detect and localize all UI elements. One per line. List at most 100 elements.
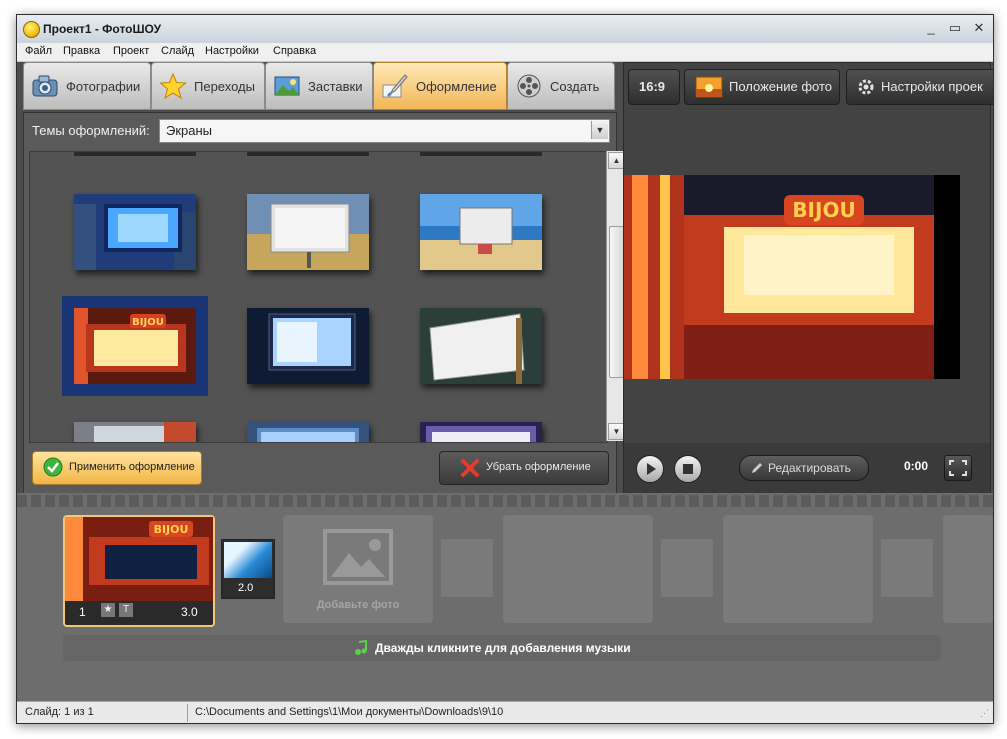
- main-tabs: Фотографии Переходы Заставки Оформление: [23, 62, 615, 112]
- empty-transition-slot: [661, 539, 713, 597]
- beach-billboard-image: [420, 194, 542, 270]
- music-note-icon: [355, 640, 367, 655]
- remove-design-label: Убрать оформление: [486, 461, 591, 473]
- tab-label: Переходы: [194, 79, 255, 94]
- fullscreen-icon: [949, 460, 967, 476]
- theme-thumbnail-partial[interactable]: [420, 422, 542, 442]
- tab-transitions[interactable]: Переходы: [151, 62, 265, 110]
- project-settings-label: Настройки проек: [881, 79, 983, 94]
- close-icon: [461, 459, 479, 477]
- preview-sign-text: BIJOU: [792, 198, 855, 222]
- resize-grip-icon[interactable]: ⋰: [980, 708, 989, 719]
- stop-icon: [683, 464, 693, 474]
- sunset-photo-icon: [695, 76, 723, 98]
- preview-panel: 16:9 Положение фото Настройки проек BIJO…: [623, 62, 993, 494]
- thumbnail-partial: [74, 152, 196, 156]
- music-track[interactable]: Дважды кликните для добавления музыки: [63, 635, 941, 661]
- thumbnail-sign-text: BIJOU: [132, 317, 164, 328]
- menu-slide[interactable]: Слайд: [161, 45, 194, 57]
- tab-create[interactable]: Создать: [507, 62, 615, 110]
- star-icon[interactable]: ★: [101, 603, 115, 617]
- themes-dropdown[interactable]: Экраны ▼: [159, 119, 610, 143]
- easel-canvas-image: [420, 308, 542, 384]
- edit-button[interactable]: Редактировать: [739, 455, 869, 481]
- tv-screen-image: [247, 308, 369, 384]
- photo-position-button[interactable]: Положение фото: [684, 69, 840, 105]
- fullscreen-button[interactable]: [944, 455, 972, 481]
- slide-number: 1: [79, 605, 86, 619]
- pencil-icon: [752, 463, 762, 473]
- music-hint: Дважды кликните для добавления музыки: [375, 641, 631, 655]
- gear-icon: [858, 79, 874, 95]
- theme-thumbnail-easel-canvas[interactable]: [420, 308, 542, 384]
- transition-thumbnail: [224, 542, 272, 578]
- tab-intros[interactable]: Заставки: [265, 62, 373, 110]
- menu-help[interactable]: Справка: [273, 45, 316, 57]
- preview-screen: BIJOU: [624, 175, 960, 379]
- tab-design[interactable]: Оформление: [373, 62, 507, 110]
- theme-thumbnail-partial[interactable]: [74, 422, 196, 442]
- play-icon: [647, 463, 656, 475]
- thumbnail-partial: [247, 152, 369, 156]
- street-image: [74, 422, 196, 442]
- slide-card[interactable]: BIJOU 1 ★ T 3.0: [63, 515, 215, 627]
- tab-label: Заставки: [308, 79, 363, 94]
- theme-thumbnail-field-billboard[interactable]: [247, 194, 369, 270]
- maximize-button[interactable]: ▭: [945, 20, 965, 36]
- menu-bar: Файл Правка Проект Слайд Настройки Справ…: [17, 43, 993, 62]
- player-controls: Редактировать 0:00: [624, 443, 990, 493]
- themes-label: Темы оформлений:: [32, 123, 150, 138]
- empty-slide-slot: [503, 515, 653, 623]
- theme-thumbnail-bijou-marquee[interactable]: BIJOU: [62, 296, 208, 396]
- add-photo-slot[interactable]: Добавьте фото: [283, 515, 433, 623]
- frame-image: [247, 422, 369, 442]
- close-button[interactable]: ✕: [969, 20, 989, 36]
- aspect-ratio-button[interactable]: 16:9: [628, 69, 680, 105]
- text-icon[interactable]: T: [119, 603, 133, 617]
- camera-icon: [32, 75, 58, 97]
- theme-thumbnail-city-billboard[interactable]: [74, 194, 196, 270]
- scrollbar-thumb[interactable]: [609, 226, 624, 378]
- project-settings-button[interactable]: Настройки проек: [846, 69, 993, 105]
- theme-thumbnail-beach-billboard[interactable]: [420, 194, 542, 270]
- menu-edit[interactable]: Правка: [63, 45, 100, 57]
- slide-sign-text: BIJOU: [154, 523, 189, 536]
- purple-frame-image: [420, 422, 542, 442]
- bijou-marquee-preview: BIJOU: [624, 175, 960, 379]
- tab-label: Создать: [550, 79, 600, 94]
- tab-label: Фотографии: [66, 79, 141, 94]
- status-divider: [187, 704, 188, 722]
- tab-photos[interactable]: Фотографии: [23, 62, 151, 110]
- transition-card[interactable]: 2.0: [221, 539, 275, 599]
- landscape-icon: [274, 76, 300, 96]
- chevron-down-icon[interactable]: ▼: [591, 121, 608, 139]
- check-icon: [43, 457, 63, 477]
- playback-time: 0:00: [904, 459, 929, 473]
- stop-button[interactable]: [674, 455, 702, 483]
- slide-thumbnail: BIJOU: [65, 517, 213, 601]
- themes-grid: BIJOU: [29, 151, 608, 443]
- menu-settings[interactable]: Настройки: [205, 45, 259, 57]
- menu-file[interactable]: Файл: [25, 45, 52, 57]
- status-slide: Слайд: 1 из 1: [25, 706, 94, 718]
- apply-design-button[interactable]: Применить оформление: [32, 451, 202, 485]
- app-smiley-icon: [23, 21, 40, 38]
- edit-label: Редактировать: [768, 461, 851, 475]
- image-placeholder-icon: [323, 529, 393, 585]
- photo-position-label: Положение фото: [729, 79, 832, 94]
- status-path: C:\Documents and Settings\1\Мои документ…: [195, 706, 504, 718]
- status-bar: Слайд: 1 из 1 C:\Documents and Settings\…: [17, 701, 993, 723]
- bijou-marquee-image: BIJOU: [74, 308, 196, 384]
- empty-slide-slot: [943, 515, 993, 623]
- play-button[interactable]: [636, 455, 664, 483]
- theme-thumbnail-tv-screen[interactable]: [247, 308, 369, 384]
- minimize-button[interactable]: _: [921, 20, 941, 36]
- film-reel-icon: [517, 74, 541, 98]
- menu-project[interactable]: Проект: [113, 45, 149, 57]
- remove-design-button[interactable]: Убрать оформление: [439, 451, 609, 485]
- tab-label: Оформление: [416, 79, 497, 94]
- theme-thumbnail-partial[interactable]: [247, 422, 369, 442]
- star-icon: [159, 73, 187, 99]
- empty-transition-slot: [881, 539, 933, 597]
- apply-design-label: Применить оформление: [69, 461, 195, 473]
